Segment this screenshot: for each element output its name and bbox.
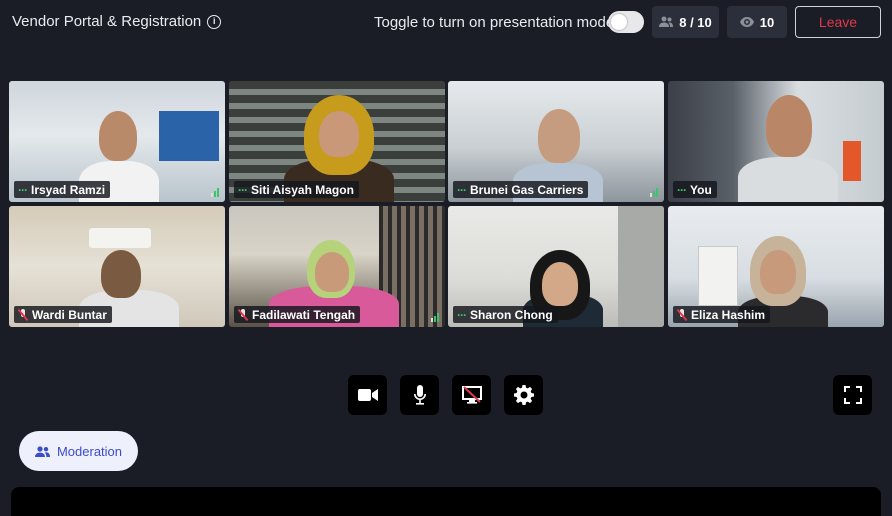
participant-name: Siti Aisyah Magon bbox=[251, 182, 354, 197]
microphone-button[interactable] bbox=[400, 375, 439, 415]
safety-vest bbox=[843, 141, 861, 181]
speaking-indicator-icon: ··· bbox=[457, 182, 467, 197]
mic-muted-icon bbox=[18, 308, 28, 321]
participant-name: Wardi Buntar bbox=[32, 307, 107, 322]
person-head bbox=[760, 250, 796, 294]
leave-button[interactable]: Leave bbox=[795, 6, 881, 38]
participant-nametag: Fadilawati Tengah bbox=[234, 306, 361, 323]
fullscreen-icon bbox=[843, 386, 862, 404]
viewers-count: 10 bbox=[759, 14, 775, 30]
video-camera-icon bbox=[357, 389, 378, 401]
moderation-label: Moderation bbox=[56, 443, 123, 459]
person-head bbox=[99, 111, 137, 161]
video-tile-you[interactable]: ··· You bbox=[668, 81, 884, 202]
meeting-title: Vendor Portal & Registration i bbox=[12, 13, 222, 30]
people-icon bbox=[659, 16, 674, 27]
participant-nametag: Eliza Hashim bbox=[673, 306, 771, 323]
participants-count-badge[interactable]: 8 / 10 bbox=[652, 6, 719, 38]
moderation-button[interactable]: Moderation bbox=[19, 431, 138, 471]
air-conditioner bbox=[89, 228, 151, 248]
signal-strength-icon bbox=[431, 313, 439, 322]
person-head bbox=[538, 109, 580, 163]
top-bar: Vendor Portal & Registration i Toggle to… bbox=[0, 0, 892, 44]
office-wall bbox=[159, 111, 219, 161]
participant-name: Sharon Chong bbox=[470, 307, 553, 322]
info-icon[interactable]: i bbox=[207, 14, 222, 29]
gear-icon bbox=[513, 385, 534, 405]
curtain bbox=[618, 206, 664, 327]
presentation-toggle-label: Toggle to turn on presentation mode bbox=[374, 14, 615, 31]
video-tile-siti-aisyah-magon[interactable]: ··· Siti Aisyah Magon bbox=[229, 81, 445, 202]
participant-name: Fadilawati Tengah bbox=[252, 307, 356, 322]
mic-muted-icon bbox=[238, 308, 248, 321]
signal-strength-icon bbox=[650, 188, 658, 197]
participant-name: You bbox=[690, 182, 712, 197]
participants-count: 8 / 10 bbox=[679, 14, 712, 30]
video-tile-sharon-chong[interactable]: ··· Sharon Chong bbox=[448, 206, 664, 327]
signal-strength-icon bbox=[211, 188, 219, 197]
person-head bbox=[542, 262, 578, 306]
speaking-indicator-icon: ··· bbox=[238, 182, 248, 197]
person-head bbox=[101, 250, 141, 298]
fullscreen-button[interactable] bbox=[833, 375, 872, 415]
participant-name: Irsyad Ramzi bbox=[31, 182, 106, 197]
participant-nametag: ··· You bbox=[673, 181, 717, 198]
people-icon bbox=[34, 445, 50, 457]
participant-nametag: Wardi Buntar bbox=[14, 306, 112, 323]
participant-nametag: ··· Irsyad Ramzi bbox=[14, 181, 111, 198]
speaking-indicator-icon: ··· bbox=[677, 182, 687, 197]
video-tile-eliza-hashim[interactable]: Eliza Hashim bbox=[668, 206, 884, 327]
eye-icon bbox=[739, 17, 754, 27]
meeting-title-text: Vendor Portal & Registration bbox=[12, 13, 202, 30]
person-head bbox=[766, 95, 812, 157]
viewers-count-badge[interactable]: 10 bbox=[727, 6, 787, 38]
video-tile-brunei-gas-carriers[interactable]: ··· Brunei Gas Carriers bbox=[448, 81, 664, 202]
microphone-icon bbox=[413, 385, 426, 405]
video-tile-wardi-buntar[interactable]: Wardi Buntar bbox=[9, 206, 225, 327]
participant-name: Eliza Hashim bbox=[691, 307, 766, 322]
office-board bbox=[698, 246, 738, 306]
video-tile-irsyad-ramzi[interactable]: ··· Irsyad Ramzi bbox=[9, 81, 225, 202]
video-grid: ··· Irsyad Ramzi ··· Siti Aisyah Magon ···… bbox=[9, 81, 889, 329]
screen-share-button[interactable] bbox=[452, 375, 491, 415]
participant-name: Brunei Gas Carriers bbox=[470, 182, 584, 197]
participant-nametag: ··· Sharon Chong bbox=[453, 306, 558, 323]
toggle-knob bbox=[611, 14, 627, 30]
participant-nametag: ··· Brunei Gas Carriers bbox=[453, 181, 589, 198]
call-controls bbox=[0, 375, 892, 415]
participant-nametag: ··· Siti Aisyah Magon bbox=[234, 181, 359, 198]
presentation-mode-toggle[interactable] bbox=[608, 11, 644, 33]
person-head bbox=[315, 252, 349, 292]
video-tile-fadilawati-tengah[interactable]: Fadilawati Tengah bbox=[229, 206, 445, 327]
speaking-indicator-icon: ··· bbox=[18, 182, 28, 197]
camera-button[interactable] bbox=[348, 375, 387, 415]
mic-muted-icon bbox=[677, 308, 687, 321]
bottom-panel bbox=[11, 487, 881, 516]
person-body bbox=[738, 157, 838, 202]
person-head bbox=[319, 111, 359, 157]
screen-share-off-icon bbox=[461, 386, 482, 404]
settings-button[interactable] bbox=[504, 375, 543, 415]
speaking-indicator-icon: ··· bbox=[457, 307, 467, 322]
